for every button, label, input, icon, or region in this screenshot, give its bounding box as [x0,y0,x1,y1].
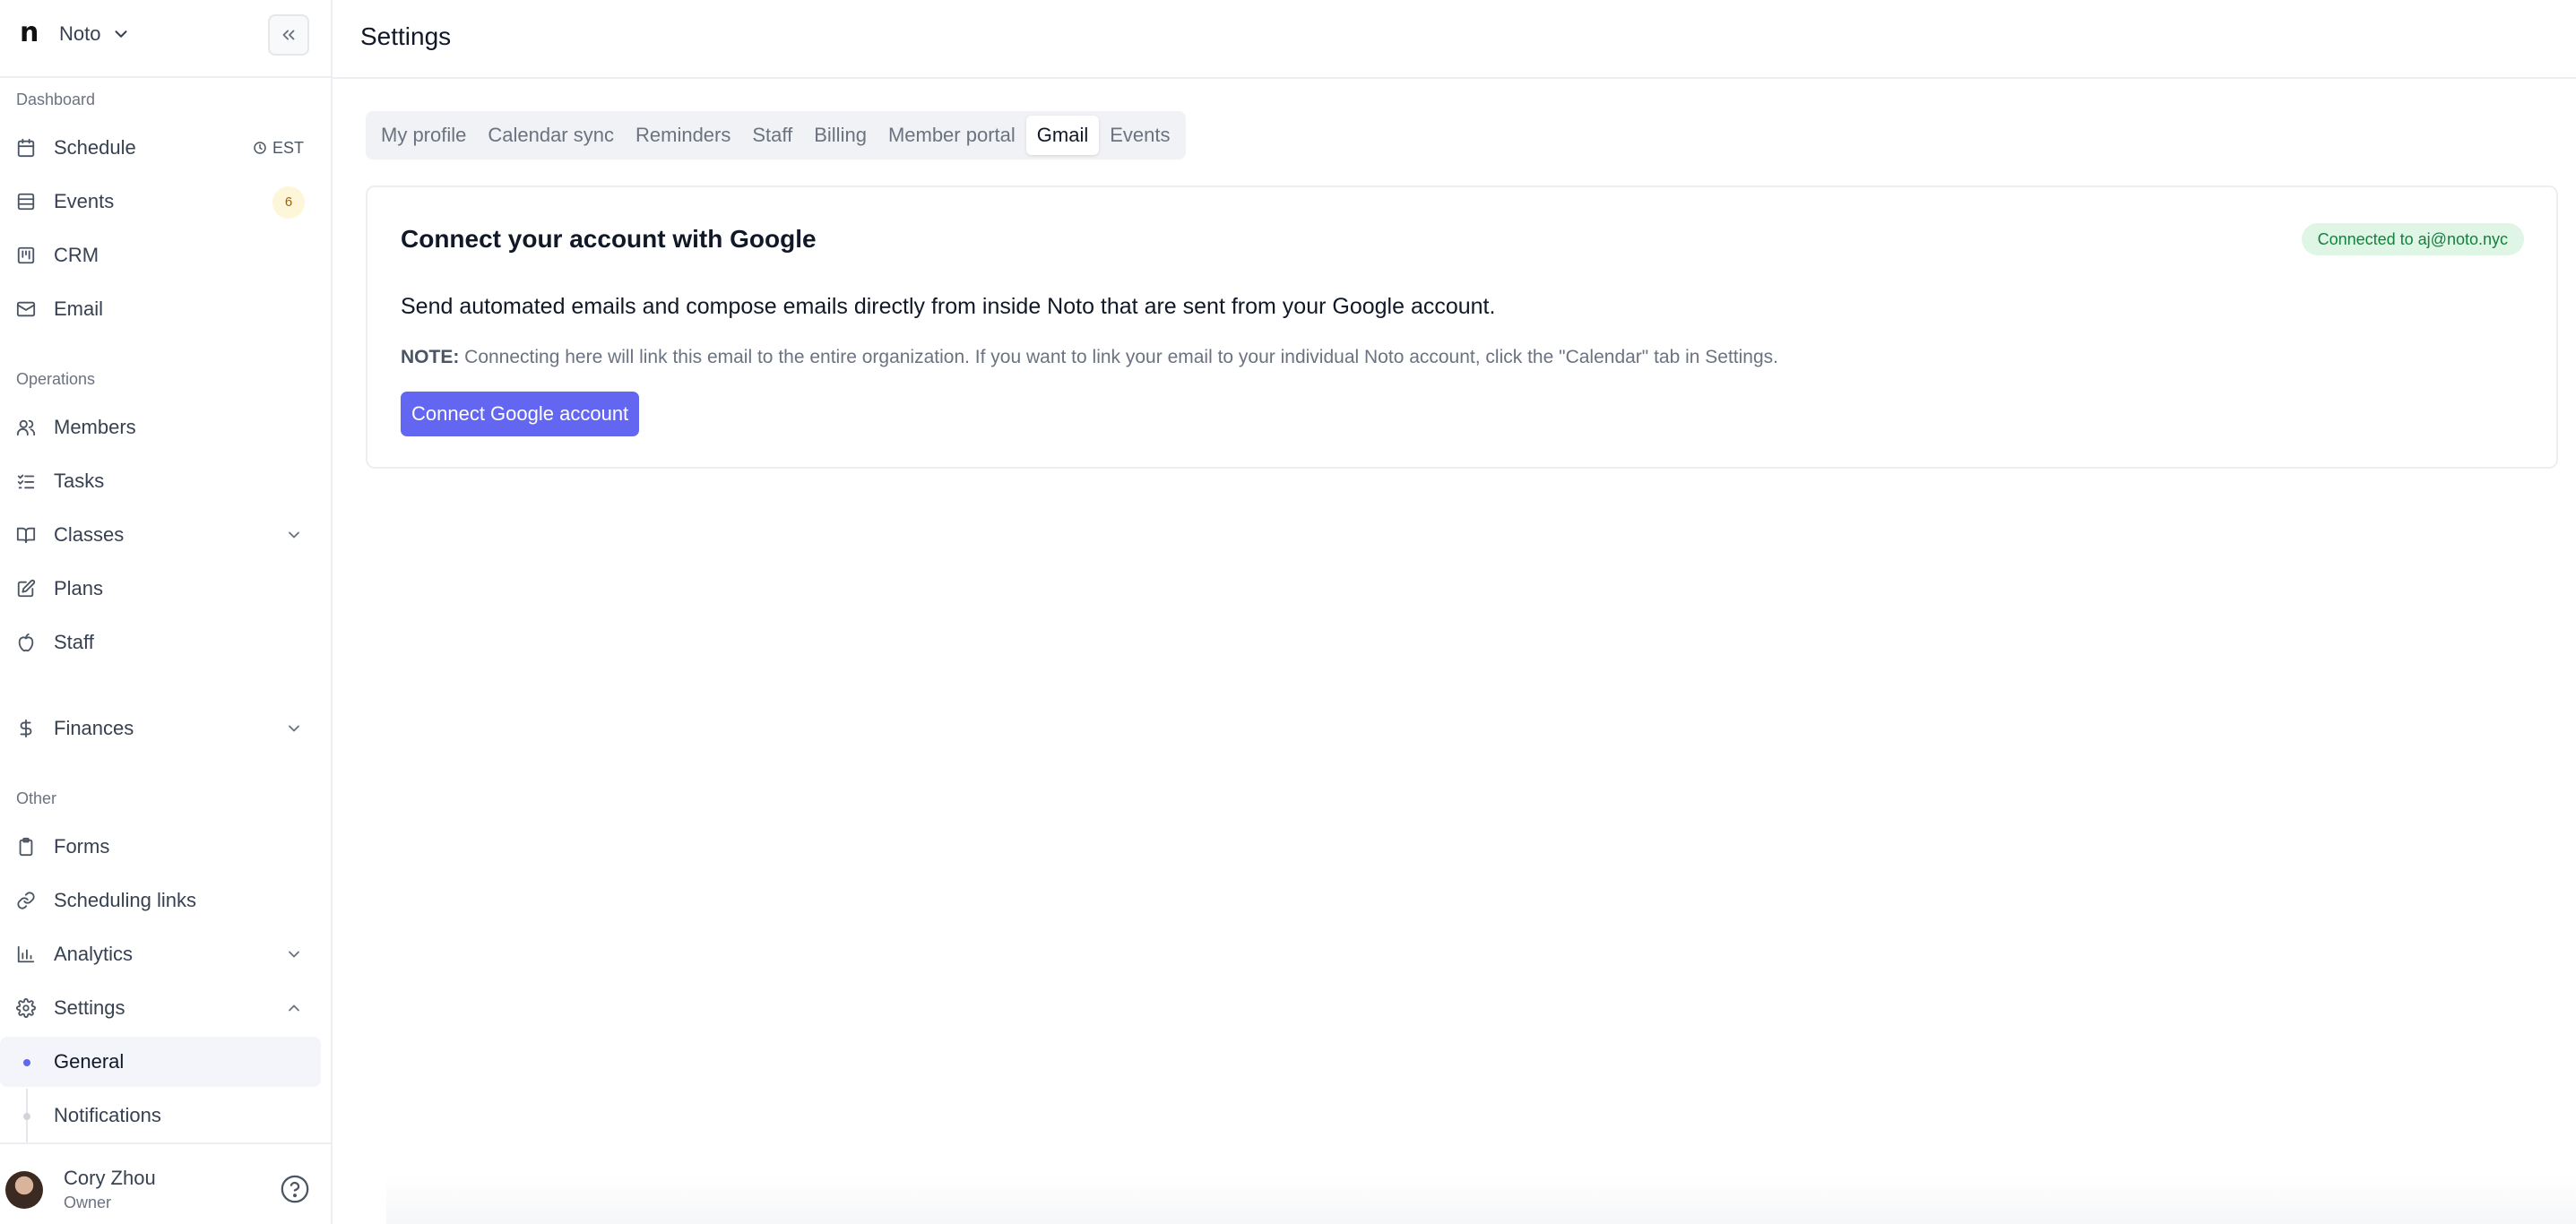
sidebar-item-label: Forms [54,835,110,858]
user-name[interactable]: Cory Zhou [64,1167,156,1190]
edit-document-icon [17,579,36,598]
chevron-up-icon[interactable] [285,999,303,1017]
link-icon [17,892,35,909]
apple-icon [18,633,34,652]
chevron-down-icon[interactable] [285,945,303,963]
tab-my-profile[interactable]: My profile [370,116,477,155]
card-description: Send automated emails and compose emails… [401,294,1496,319]
tab-staff[interactable]: Staff [741,116,803,155]
sidebar-item-finances[interactable]: Finances [0,703,331,754]
sidebar-item-label: Plans [54,577,104,599]
book-icon [16,527,36,544]
page-title: Settings [360,22,452,50]
sidebar-item-forms[interactable]: Forms [0,822,331,872]
sidebar-item-label: Schedule [54,136,136,159]
user-role: Owner [64,1194,112,1211]
sidebar-item-label: Staff [54,631,94,653]
sidebar-subitem-general[interactable]: General [0,1037,321,1087]
status-badge: Connected to aj@noto.nyc [2301,223,2524,255]
sidebar-item-members[interactable]: Members [0,402,331,453]
gmail-connect-card: Connect your account with Google Connect… [366,185,2558,469]
sidebar-item-schedule[interactable]: Schedule EST [0,123,331,173]
sidebar-subitem-label: General [54,1050,125,1073]
sidebar-item-settings[interactable]: Settings [0,983,331,1033]
org-logo: n [20,17,39,48]
main-content: Settings My profile Calendar sync Remind… [333,0,2576,1224]
tab-gmail[interactable]: Gmail [1025,116,1100,155]
sidebar-item-crm[interactable]: CRM [0,230,331,280]
chevron-down-icon[interactable] [111,24,131,44]
sidebar-item-classes[interactable]: Classes [0,510,331,560]
sidebar-item-label: Email [54,297,104,320]
clipboard-icon [19,837,33,857]
events-count-badge: 6 [272,186,305,219]
org-name[interactable]: Noto [59,22,100,47]
sidebar-item-label: Events [54,190,115,212]
sidebar-item-label: Tasks [54,470,105,492]
sidebar-item-label: Members [54,416,136,438]
org-switcher-bar: n Noto [0,0,331,78]
bar-chart-icon [17,945,35,963]
page-header: Settings [333,0,2576,79]
timezone-indicator: EST [253,138,304,158]
chevrons-left-icon [282,30,295,40]
collapse-sidebar-button[interactable] [268,14,309,56]
help-icon[interactable] [280,1174,310,1204]
mail-icon [16,301,36,317]
connect-google-button[interactable]: Connect Google account [401,392,640,436]
clock-icon [254,142,266,154]
active-dot [23,1059,30,1066]
sidebar-item-label: CRM [54,244,99,266]
sidebar-item-analytics[interactable]: Analytics [0,929,331,979]
card-title: Connect your account with Google [401,225,817,253]
calendar-icon [17,138,35,158]
avatar[interactable] [5,1171,43,1209]
sidebar-item-label: Analytics [54,943,134,965]
sidebar-subitem-notifications[interactable]: Notifications [0,1090,321,1141]
tab-member-portal[interactable]: Member portal [877,116,1026,155]
bottom-shadow [386,1174,2576,1224]
inactive-dot [23,1113,30,1120]
sidebar-item-label: Finances [54,717,134,739]
user-footer: Cory Zhou Owner [0,1142,331,1224]
list-icon [17,193,35,211]
sidebar-item-email[interactable]: Email [0,284,331,334]
section-label-dashboard: Dashboard [16,91,96,108]
settings-tabs: My profile Calendar sync Reminders Staff… [366,111,1186,159]
chevron-down-icon[interactable] [285,526,303,544]
sidebar-item-label: Classes [54,523,125,546]
dollar-icon [20,719,32,738]
tab-calendar-sync[interactable]: Calendar sync [477,116,625,155]
chevron-down-icon[interactable] [285,720,303,737]
gear-icon [16,998,36,1018]
tab-billing[interactable]: Billing [803,116,877,155]
timezone-label: EST [272,139,305,157]
users-icon [16,419,36,436]
sidebar-subitem-label: Notifications [54,1104,161,1126]
section-label-other: Other [16,789,57,807]
sidebar-item-tasks[interactable]: Tasks [0,456,331,506]
sidebar: n Noto Dashboard Schedule EST Events 6 C… [0,0,333,1224]
tab-events[interactable]: Events [1099,116,1180,155]
section-label-operations: Operations [16,370,96,388]
sidebar-item-staff[interactable]: Staff [0,617,331,668]
sidebar-item-label: Settings [54,996,125,1019]
checklist-icon [17,474,35,489]
note-label: NOTE: [401,347,460,367]
sidebar-item-label: Scheduling links [54,889,196,911]
sidebar-item-plans[interactable]: Plans [0,564,331,614]
note-text: Connecting here will link this email to … [459,347,1778,367]
sidebar-item-scheduling-links[interactable]: Scheduling links [0,875,331,926]
card-note: NOTE: Connecting here will link this ema… [401,346,1778,369]
kanban-icon [17,246,35,264]
tab-reminders[interactable]: Reminders [625,116,741,155]
